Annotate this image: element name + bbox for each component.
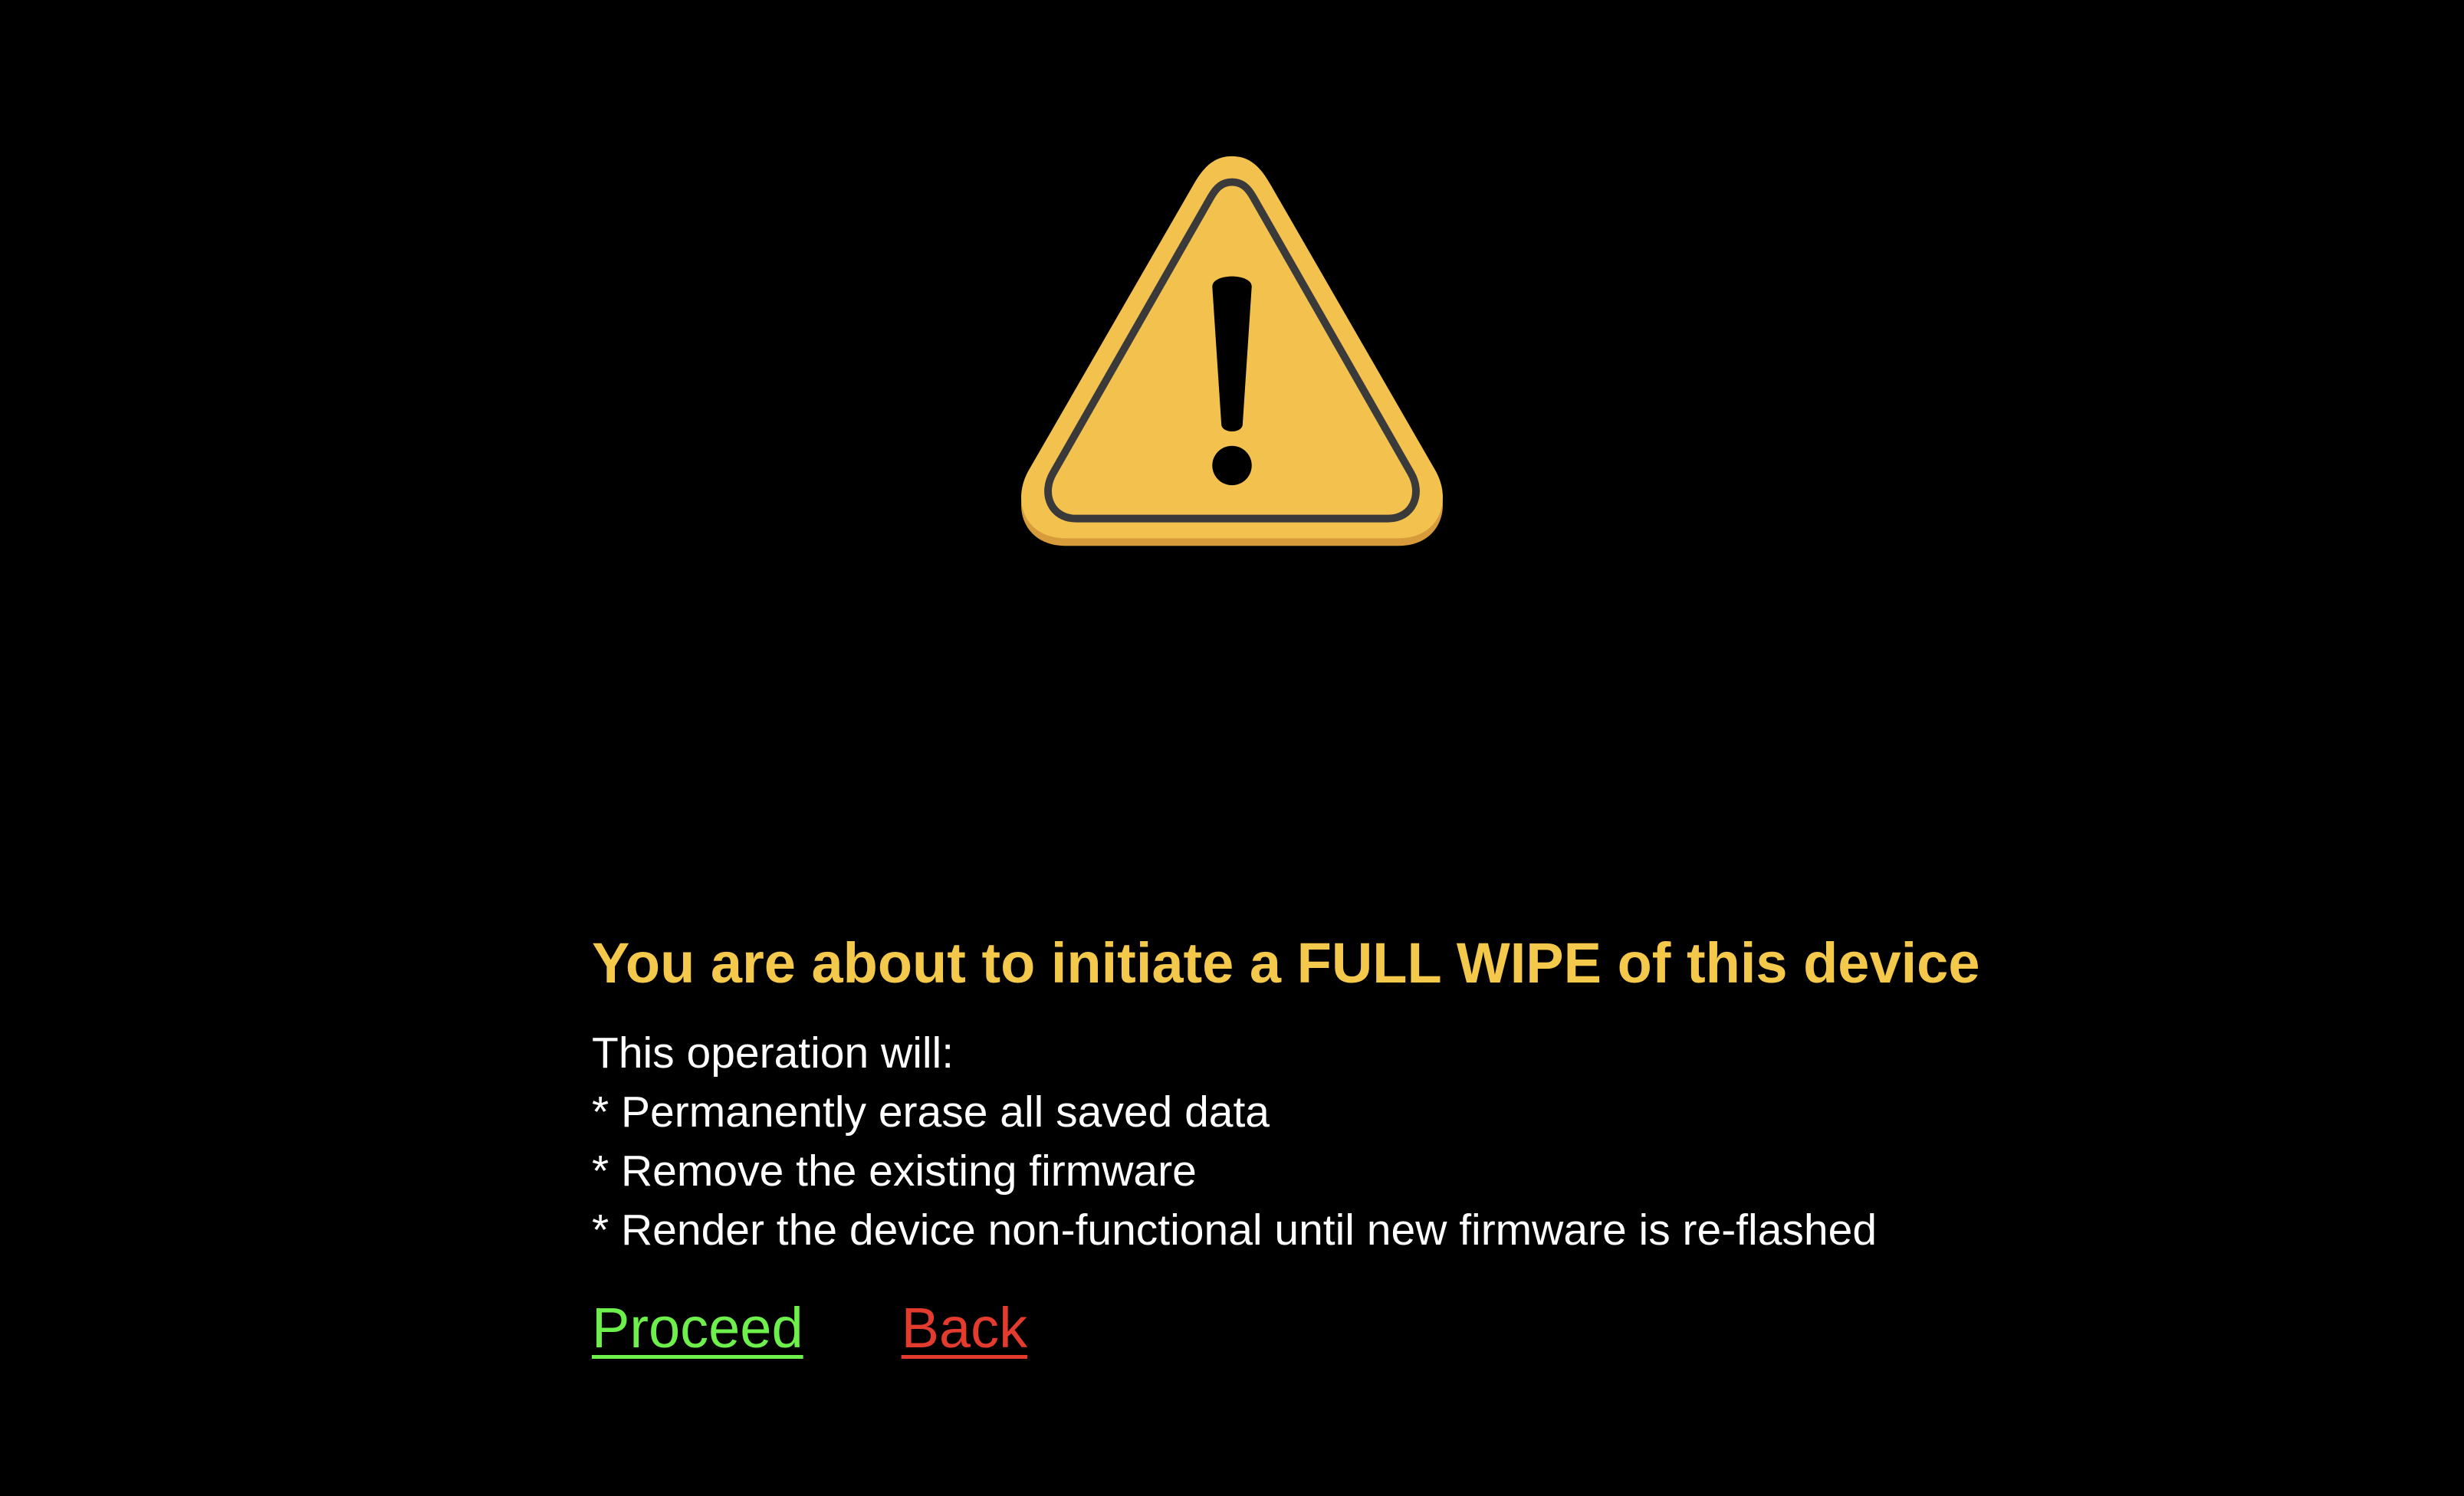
warning-heading: You are about to initiate a FULL WIPE of… <box>592 931 1980 995</box>
wipe-warning-screen: You are about to initiate a FULL WIPE of… <box>0 0 2464 1496</box>
operation-description: This operation will: * Permanently erase… <box>592 1024 1972 1260</box>
proceed-link[interactable]: Proceed <box>592 1294 803 1363</box>
wipe-warning-content: You are about to initiate a FULL WIPE of… <box>592 929 1980 1363</box>
warning-triangle-icon <box>1021 156 1443 546</box>
operation-item: * Render the device non-functional until… <box>592 1206 1878 1255</box>
operation-item: * Remove the existing firmware <box>592 1147 1197 1196</box>
operation-item: * Permanently erase all saved data <box>592 1088 1270 1137</box>
action-links: Proceed Back <box>592 1294 1972 1363</box>
back-link[interactable]: Back <box>902 1294 1028 1363</box>
operation-intro: This operation will: <box>592 1028 954 1078</box>
